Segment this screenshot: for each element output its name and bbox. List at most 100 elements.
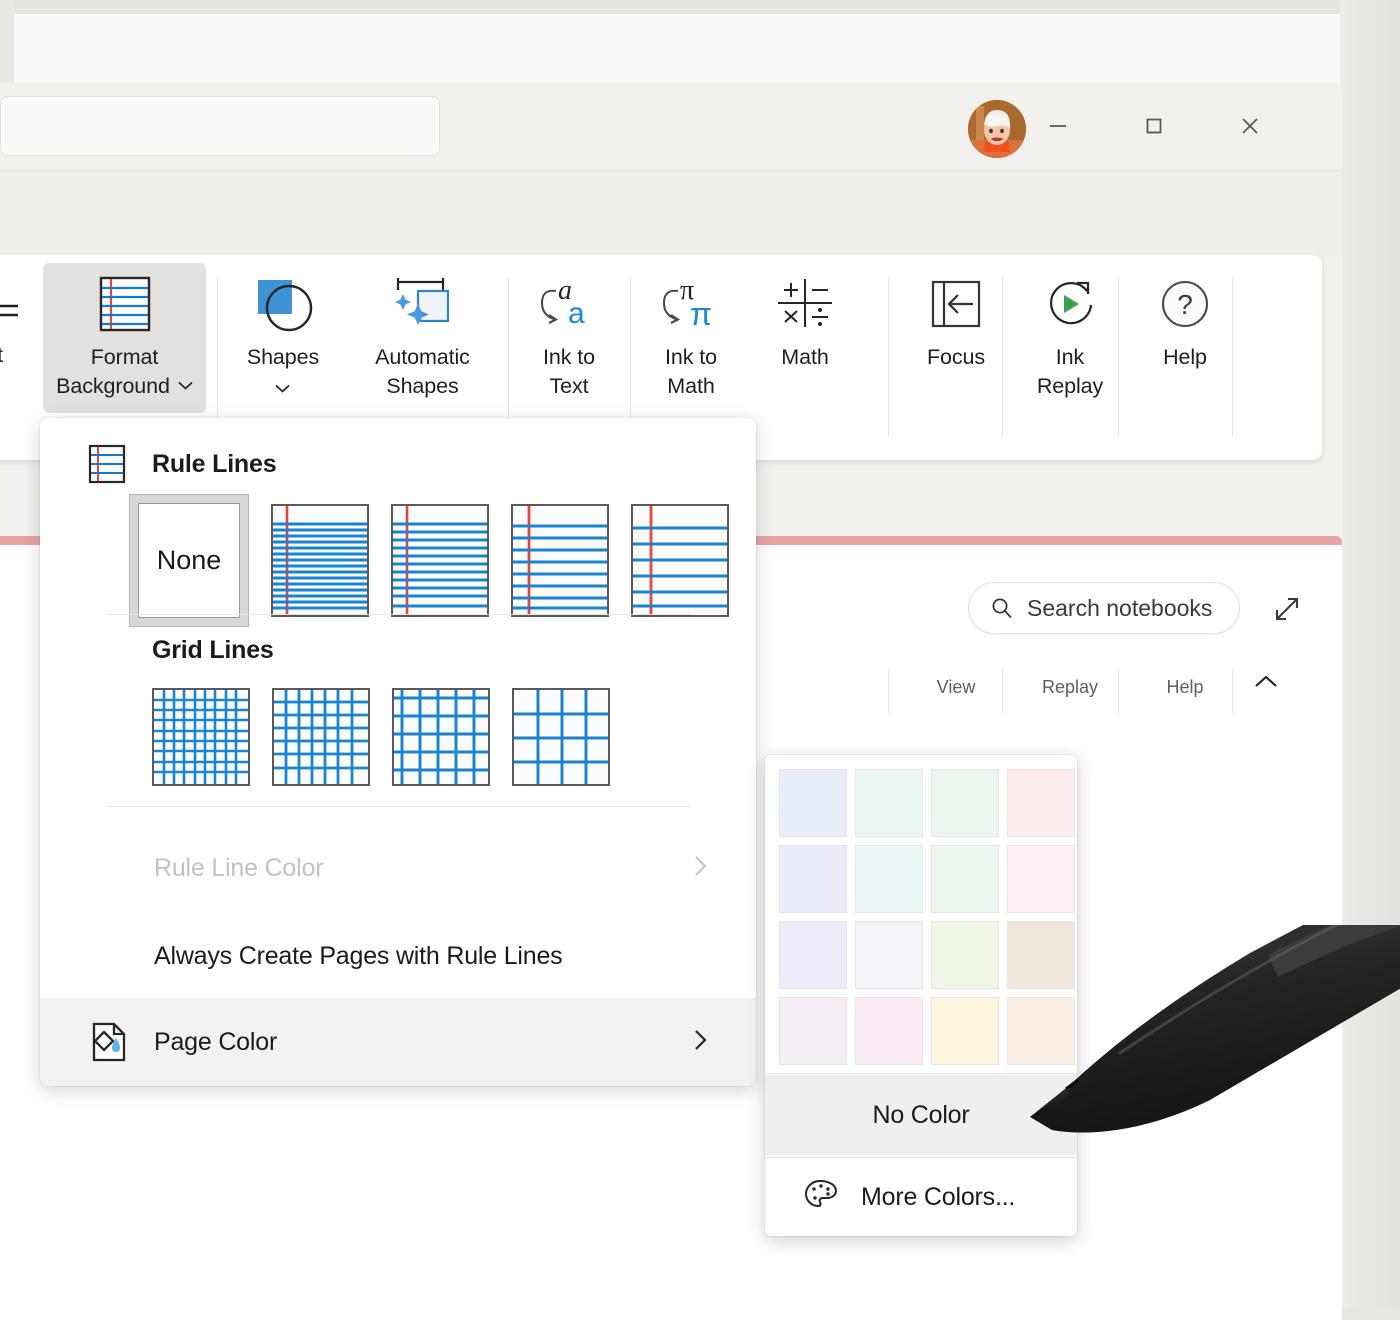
rule-line-option-narrow[interactable] [271, 504, 369, 617]
align-icon [0, 297, 32, 327]
minimize-button[interactable] [1014, 82, 1102, 170]
rule-line-option-standard[interactable] [511, 504, 609, 617]
menu-item-label: Always Create Pages with Rule Lines [154, 942, 562, 971]
ribbon-label-line1: Ink to [543, 343, 595, 372]
menu-item-always-create-pages[interactable]: Always Create Pages with Rule Lines [40, 924, 756, 988]
ribbon-divider-low [1118, 669, 1119, 713]
ruled-page-icon [95, 267, 155, 341]
ribbon-divider [1002, 277, 1003, 437]
collapse-ribbon-button[interactable] [1252, 673, 1280, 696]
ribbon-divider [630, 277, 631, 437]
dropdown-separator [106, 614, 690, 615]
ribbon-label-line1: Shapes [247, 343, 319, 372]
ribbon-item-label: Automatic Shapes [375, 343, 470, 400]
expand-diagonal-icon [1270, 592, 1304, 626]
color-swatch[interactable] [1007, 769, 1075, 837]
rule-line-options: None [140, 504, 729, 627]
color-swatch[interactable] [931, 845, 999, 913]
chevron-down-icon [275, 384, 290, 393]
menu-item-page-color[interactable]: Page Color [40, 998, 756, 1086]
color-swatch[interactable] [855, 769, 923, 837]
ribbon-item-math[interactable]: Math [752, 267, 858, 417]
ribbon-item-automatic-shapes[interactable]: Automatic Shapes [340, 267, 505, 417]
minimize-icon [1045, 113, 1071, 139]
ribbon-divider [508, 277, 509, 437]
ribbon-item-focus[interactable]: Focus [896, 267, 1016, 417]
grid-lines-title: Grid Lines [152, 636, 274, 665]
expand-button[interactable] [1270, 592, 1304, 631]
grid-line-option-small-grid[interactable] [152, 688, 250, 786]
color-swatch[interactable] [855, 921, 923, 989]
ribbon-item-label: Focus [927, 343, 985, 372]
ribbon-label-line2: Shapes [375, 372, 470, 401]
menu-item-label: Rule Line Color [154, 854, 323, 883]
desktop-right-edge [1340, 0, 1400, 1320]
rule-line-option-wide[interactable] [631, 504, 729, 617]
ribbon-label-line1: Focus [927, 343, 985, 372]
color-swatch[interactable] [779, 921, 847, 989]
grid-line-option-very-large-grid[interactable] [512, 688, 610, 786]
color-swatch[interactable] [779, 769, 847, 837]
menu-item-label: More Colors... [861, 1183, 1015, 1212]
menu-item-more-colors[interactable]: More Colors... [765, 1157, 1077, 1237]
color-swatch[interactable] [1007, 845, 1075, 913]
color-swatch[interactable] [855, 997, 923, 1065]
chevron-right-icon [692, 852, 710, 885]
ribbon-item-ink-replay[interactable]: Ink Replay [1010, 267, 1130, 417]
ribbon-tab-strip [0, 171, 1342, 257]
ribbon-divider-low [1002, 669, 1003, 713]
maximize-button[interactable] [1110, 82, 1198, 170]
color-swatch[interactable] [779, 845, 847, 913]
ribbon-item-shapes[interactable]: Shapes [225, 267, 341, 417]
rule-line-option-none[interactable]: None [140, 504, 249, 627]
ribbon-item-format-background[interactable]: Format Background [43, 267, 206, 417]
ribbon-item-label: Ink to Text [543, 343, 595, 400]
ribbon-divider [217, 277, 218, 437]
color-swatch[interactable] [779, 997, 847, 1065]
ribbon-label-line2: Math [665, 372, 717, 401]
ribbon-label-line1: Help [1163, 343, 1207, 372]
chevron-up-icon [1252, 673, 1280, 691]
grid-line-option-medium-grid[interactable] [272, 688, 370, 786]
ribbon-item-label: Math [781, 343, 828, 372]
menu-item-label: No Color [872, 1101, 969, 1130]
svg-text:π: π [690, 296, 712, 332]
ribbon-item-label: Ink Replay [1037, 343, 1103, 400]
color-swatch[interactable] [931, 997, 999, 1065]
page-color-flyout: No Color More Colors... [765, 755, 1077, 1236]
color-swatch[interactable] [931, 769, 999, 837]
ribbon-label-line2: Text [543, 372, 595, 401]
dropdown-separator [106, 806, 690, 807]
menu-item-rule-line-color[interactable]: Rule Line Color [40, 836, 756, 900]
grid-line-option-large-grid[interactable] [392, 688, 490, 786]
focus-icon [925, 267, 987, 341]
grid-line-options [152, 688, 610, 786]
close-button[interactable] [1206, 82, 1294, 170]
ribbon-truncated-item[interactable]: ert ce [0, 341, 3, 398]
ribbon-label-line1: Format [56, 343, 193, 372]
help-icon: ? [1156, 267, 1214, 341]
ink-replay-icon [1039, 267, 1101, 341]
menu-item-no-color[interactable]: No Color [765, 1075, 1077, 1155]
color-swatch[interactable] [855, 845, 923, 913]
ribbon-item-help[interactable]: ? Help [1126, 267, 1244, 417]
search-icon [989, 595, 1015, 621]
color-swatch[interactable] [1007, 921, 1075, 989]
chevron-right-icon [692, 1026, 710, 1059]
search-input[interactable] [0, 96, 440, 156]
ribbon-item-ink-to-math[interactable]: π π Ink to Math [638, 267, 744, 417]
ribbon-divider-low [888, 669, 889, 713]
ribbon-item-ink-to-text[interactable]: a a Ink to Text [516, 267, 622, 417]
close-icon [1237, 113, 1263, 139]
color-swatch[interactable] [931, 921, 999, 989]
ruled-page-icon [88, 444, 126, 484]
search-notebooks-box[interactable]: Search notebooks [968, 582, 1240, 634]
ink-to-text-icon: a a [534, 267, 604, 341]
page-color-icon [88, 1020, 128, 1064]
ribbon-label-line1: Ink [1037, 343, 1103, 372]
ribbon-label-line2: Replay [1037, 372, 1103, 401]
search-notebooks-placeholder: Search notebooks [1027, 595, 1212, 622]
rule-line-option-college[interactable] [391, 504, 489, 617]
ribbon-group-label-replay: Replay [1010, 677, 1130, 698]
color-swatch[interactable] [1007, 997, 1075, 1065]
